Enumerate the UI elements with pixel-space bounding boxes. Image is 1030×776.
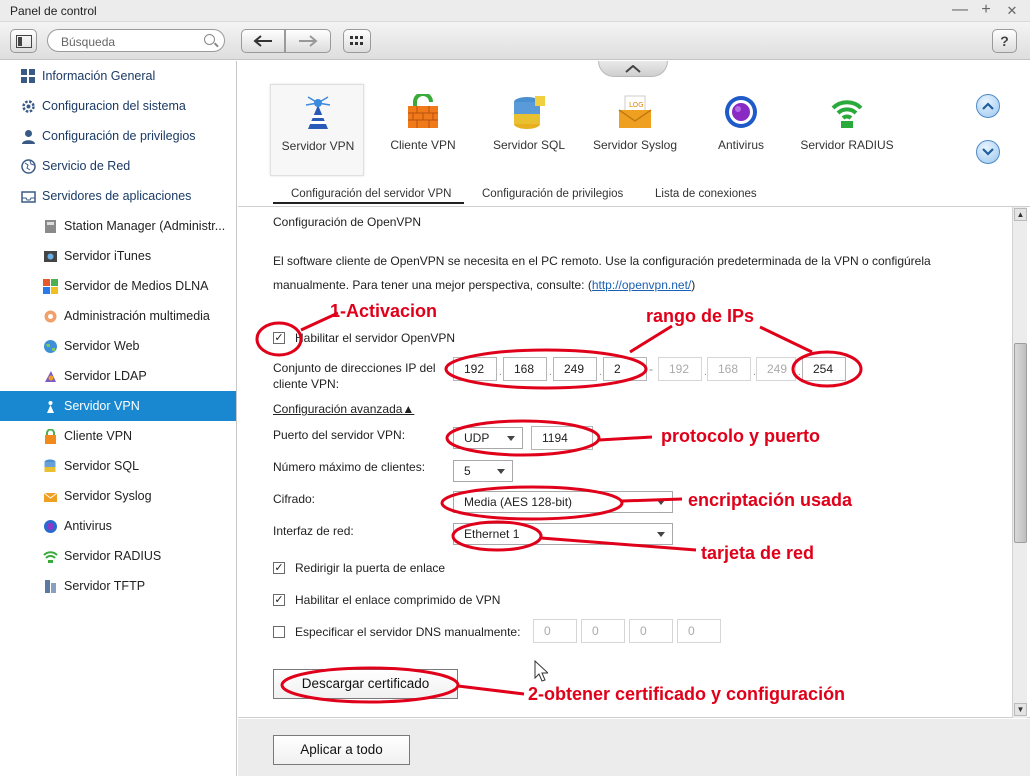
annotation-line-certificate (457, 684, 525, 696)
annotation-encryption: encriptación usada (688, 490, 853, 510)
annotation-ellipse-protocol-port (445, 419, 601, 457)
annotation-ip-range: rango de IPs (646, 306, 755, 326)
annotation-line-interface (540, 536, 697, 552)
annotation-ellipse-cipher (440, 485, 624, 521)
annotation-protocol-port: protocolo y puerto (661, 426, 820, 446)
annotation-certificate: 2-obtener certificado y configuración (528, 684, 846, 704)
annotation-line-protocol-port (598, 435, 653, 442)
annotation-overlay (255, 311, 863, 704)
annotation-ellipse-activation (255, 321, 303, 357)
annotation-activation: 1-Activacion (330, 301, 438, 321)
annotation-ellipse-ip-end (791, 350, 863, 388)
annotation-nic: tarjeta de red (701, 543, 815, 563)
annotation-ellipse-interface (451, 520, 543, 552)
annotation-line-ip-range (629, 324, 813, 354)
annotation-line-cipher (621, 497, 683, 503)
annotation-ellipse-ip-start (444, 348, 648, 390)
annotation-ellipse-certificate (280, 666, 460, 704)
